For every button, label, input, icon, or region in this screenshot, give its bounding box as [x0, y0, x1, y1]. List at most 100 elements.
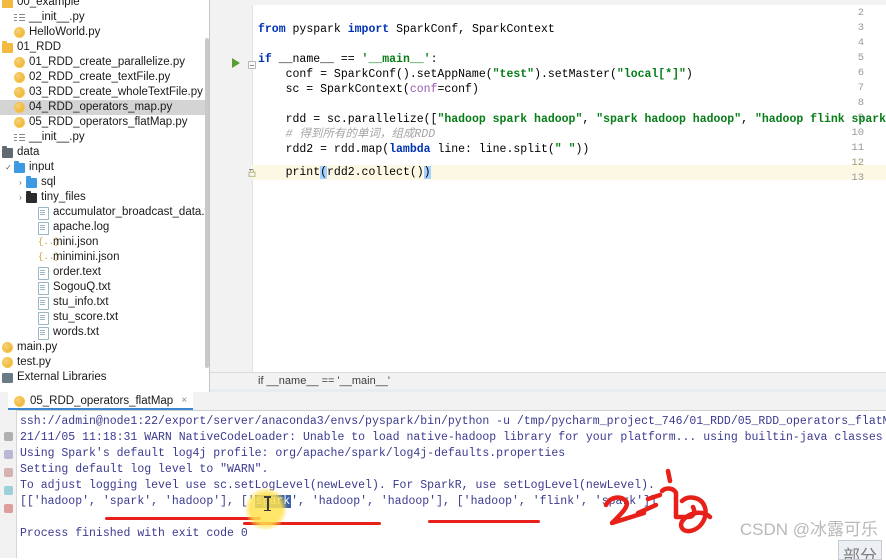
fold-icon-line12[interactable]	[248, 166, 256, 177]
code-line-10: # 得到所有的单词，组成RDD	[258, 128, 436, 141]
tree-item[interactable]: 03_RDD_create_wholeTextFile.py	[0, 85, 210, 100]
tree-item-label: HelloWorld.py	[29, 26, 101, 38]
tree-item[interactable]: data	[0, 145, 210, 160]
tree-item[interactable]: apache.log	[0, 220, 210, 235]
gutter-top-strip	[210, 0, 886, 5]
code-line-6: conf = SparkConf().setAppName("test").se…	[258, 68, 693, 81]
console-line-1: 21/11/05 11:18:31 WARN NativeCodeLoader:…	[20, 431, 883, 444]
tree-item-label: SogouQ.txt	[53, 281, 111, 293]
tree-item-label: 05_RDD_operators_flatMap.py	[29, 116, 188, 128]
pycharm-window: 00_example __init__.py HelloWorld.py 01_RDD…	[0, 0, 886, 560]
tree-item-label: apache.log	[53, 221, 110, 233]
tree-item[interactable]: 01_RDD_create_parallelize.py	[0, 55, 210, 70]
tree-item-label: minimini.json	[53, 251, 120, 263]
folder-blue-icon	[26, 176, 37, 188]
tree-item[interactable]: 00_example	[0, 0, 210, 10]
json-file-icon: {..}	[38, 252, 60, 262]
code-editor-area[interactable]: 2 3 4 5 6 7 8 9 10 11 12 13 from pyspark import Spa…	[210, 0, 886, 372]
tree-item-label: __init__.py	[29, 131, 85, 143]
tree-item[interactable]: 02_RDD_create_textFile.py	[0, 70, 210, 85]
tree-item[interactable]: __init__.py	[0, 10, 210, 25]
folder-yellow-icon	[2, 41, 13, 53]
python-file-icon	[14, 396, 25, 407]
stop-icon[interactable]	[4, 450, 13, 459]
result-prefix: [['hadoop', 'spark', 'hadoop'], ['	[20, 495, 255, 508]
editor-gutter[interactable]	[210, 0, 252, 372]
python-file-icon	[14, 87, 25, 98]
tree-item-label: tiny_files	[41, 191, 86, 203]
tree-item[interactable]: 01_RDD	[0, 40, 210, 55]
python-file-icon	[14, 27, 25, 38]
soft-wrap-icon[interactable]	[4, 486, 13, 495]
python-file-icon	[14, 102, 25, 113]
tree-item-label: 03_RDD_create_wholeTextFile.py	[29, 86, 203, 98]
json-file-icon: {..}	[38, 237, 60, 247]
text-cursor-icon	[264, 496, 270, 511]
red-underline-1	[105, 517, 261, 520]
tree-item[interactable]: › tiny_files	[0, 190, 210, 205]
tree-item[interactable]: words.txt	[0, 325, 210, 340]
tree-item[interactable]: SogouQ.txt	[0, 280, 210, 295]
python-file-icon	[14, 72, 25, 83]
folder-dark-icon	[26, 191, 37, 203]
chevron-down-icon[interactable]: ✓	[4, 160, 13, 175]
breadcrumb[interactable]: if __name__ == '__main__'	[258, 375, 390, 387]
python-file-icon	[14, 57, 25, 68]
console-tab-label: 05_RDD_operators_flatMap	[30, 395, 174, 407]
run-action-toolbar[interactable]	[0, 410, 17, 558]
console-result-line[interactable]: [['hadoop', 'spark', 'hadoop'], ['spark'…	[20, 494, 657, 510]
code-line-7: sc = SparkContext(conf=conf)	[258, 83, 479, 96]
tree-item[interactable]: {..} minimini.json	[0, 250, 210, 265]
code-line-5: if __name__ == '__main__':	[258, 53, 438, 66]
tree-item[interactable]: stu_score.txt	[0, 310, 210, 325]
lock-icon	[248, 168, 256, 177]
tree-item[interactable]: External Libraries	[0, 370, 210, 385]
tree-item[interactable]: 04_RDD_operators_map.py	[0, 100, 210, 115]
tree-item-label: test.py	[17, 356, 51, 368]
tree-item[interactable]: main.py	[0, 340, 210, 355]
tree-item-label: 00_example	[17, 0, 80, 8]
rerun-icon[interactable]	[4, 432, 13, 441]
run-gutter-arrow-icon[interactable]	[232, 58, 240, 68]
tree-item-label: words.txt	[53, 326, 100, 338]
gutter-edge	[252, 0, 253, 372]
python-file-icon	[2, 357, 13, 368]
project-tree-panel[interactable]: 00_example __init__.py HelloWorld.py 01_RDD…	[0, 0, 210, 392]
tree-item[interactable]: stu_info.txt	[0, 295, 210, 310]
code-line-9: rdd = sc.parallelize(["hadoop spark hado…	[258, 113, 886, 126]
text-file-icon	[38, 312, 49, 325]
tree-item-label: 01_RDD_create_parallelize.py	[29, 56, 185, 68]
tree-item[interactable]: accumulator_broadcast_data.txt	[0, 205, 210, 220]
chevron-right-icon[interactable]: ›	[16, 175, 25, 190]
handwritten-annotation	[603, 468, 713, 534]
code-line-12: print(rdd2.collect())	[258, 166, 431, 179]
tree-item[interactable]: order.text	[0, 265, 210, 280]
tree-item-label: stu_info.txt	[53, 296, 109, 308]
python-file-icon	[14, 117, 25, 128]
chevron-right-icon[interactable]: ›	[16, 190, 25, 205]
tree-item[interactable]: test.py	[0, 355, 210, 370]
fold-icon-line5[interactable]	[248, 61, 256, 69]
tree-item[interactable]: __init__.py	[0, 130, 210, 145]
red-underline-3	[428, 520, 540, 523]
text-file-icon	[38, 207, 49, 220]
tree-item-label: accumulator_broadcast_data.txt	[53, 206, 210, 218]
trash-icon[interactable]	[4, 504, 13, 513]
tree-item[interactable]: HelloWorld.py	[0, 25, 210, 40]
pin-icon[interactable]	[4, 468, 13, 477]
tree-item-label: 02_RDD_create_textFile.py	[29, 71, 171, 83]
tree-item-label: 04_RDD_operators_map.py	[29, 101, 173, 113]
tree-item[interactable]: ✓ input	[0, 160, 210, 175]
tree-item-label: 01_RDD	[17, 41, 62, 53]
text-file-icon	[38, 282, 49, 295]
folder-source-icon	[2, 146, 13, 158]
tree-item[interactable]: › sql	[0, 175, 210, 190]
console-tab-flatmap[interactable]: 05_RDD_operators_flatMap ×	[8, 392, 194, 410]
python-file-icon	[2, 342, 13, 353]
close-icon[interactable]: ×	[181, 392, 187, 410]
tree-item-label: stu_score.txt	[53, 311, 119, 323]
csdn-watermark: CSDN @冰露可乐	[739, 520, 878, 539]
code-text[interactable]: from pyspark import SparkConf, SparkCont…	[258, 0, 886, 372]
tree-item[interactable]: {..} mini.json	[0, 235, 210, 250]
tree-item[interactable]: 05_RDD_operators_flatMap.py	[0, 115, 210, 130]
